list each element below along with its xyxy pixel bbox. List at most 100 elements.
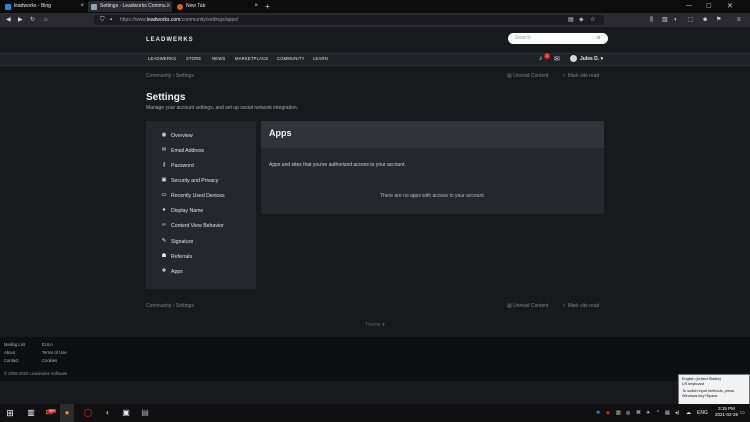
mail-app-icon[interactable]: ✉ xyxy=(42,404,56,422)
bell-icon[interactable]: ♪ xyxy=(539,55,543,62)
envelope-icon: ✉ xyxy=(161,147,167,153)
menu-item-password[interactable]: Password xyxy=(171,163,194,169)
tab-new[interactable]: New Tab × xyxy=(174,1,260,12)
breadcrumb-community[interactable]: Community xyxy=(146,73,171,79)
opera-icon[interactable]: ◯ xyxy=(81,404,95,422)
user-menu[interactable]: Jules D. ▾ xyxy=(580,56,603,62)
terminal-icon[interactable]: ▤ xyxy=(138,404,152,422)
menu-item-overview[interactable]: Overview xyxy=(171,133,193,139)
breadcrumb: Community › Settings xyxy=(146,73,194,79)
page-title: Settings xyxy=(146,92,186,103)
nav-store[interactable]: STORE xyxy=(186,56,201,61)
copyright: © 2006-2020 Leadworks Software xyxy=(4,371,68,376)
close-tab-icon[interactable]: × xyxy=(166,1,170,12)
onedrive-icon[interactable]: ☁ xyxy=(686,404,691,422)
bookmark-star-icon[interactable]: ☆ xyxy=(590,13,595,27)
menu-icon[interactable]: ≡ xyxy=(737,13,741,27)
site-header xyxy=(0,27,750,52)
maximize-icon[interactable]: ▢ xyxy=(706,0,712,13)
home-icon[interactable]: ⌂ xyxy=(44,13,48,27)
tab-bing[interactable]: leadworks - Bing × xyxy=(2,1,86,12)
screenshot-icon[interactable]: ⬚ xyxy=(688,13,694,27)
close-window-icon[interactable]: ✕ xyxy=(727,0,733,13)
avatar[interactable] xyxy=(570,55,577,62)
lock-icon[interactable]: ▪ xyxy=(110,13,112,27)
page-subtitle: Manage your account settings, and set up… xyxy=(146,105,299,111)
menu-item-security-and-privacy[interactable]: Security and Privacy xyxy=(171,178,218,184)
notifications-icon[interactable]: ▭ xyxy=(740,404,745,422)
nav-community[interactable]: COMMUNITY xyxy=(277,56,305,61)
minimize-icon[interactable]: — xyxy=(686,0,692,13)
tray-icon-1[interactable]: ▥ xyxy=(616,404,621,422)
volume-icon[interactable]: ◂) xyxy=(675,404,679,422)
menu-item-recently-used-devices[interactable]: Recently Used Devices xyxy=(171,193,225,199)
footer-cookies[interactable]: Cookies xyxy=(42,358,57,363)
tab-settings[interactable]: Settings - Leadworks Commu... × xyxy=(88,1,172,12)
site-logo[interactable]: LEADWERKS xyxy=(146,37,194,43)
edge-icon[interactable]: ◐ xyxy=(101,404,115,422)
firefox-icon[interactable]: ● xyxy=(60,404,74,422)
windows-start-icon[interactable]: ⊞ xyxy=(3,404,17,422)
addon-icon[interactable]: ⚑ xyxy=(716,13,721,27)
users-icon: ☗ xyxy=(161,253,167,259)
footer-eula[interactable]: EULA xyxy=(42,342,53,347)
theme-selector[interactable]: Theme ▾ xyxy=(0,322,750,328)
nav-marketplace[interactable]: MARKETPLACE xyxy=(235,56,268,61)
close-tab-icon[interactable]: × xyxy=(80,1,84,12)
tray-icon-2[interactable]: ◎ xyxy=(626,404,630,422)
forward-icon[interactable]: ▶ xyxy=(18,13,23,27)
site-footer xyxy=(0,337,750,381)
key-icon: ⚷ xyxy=(161,162,167,168)
url-text[interactable]: https://www.leadworks.com/community/sett… xyxy=(120,15,238,25)
extension-icon[interactable]: ◐ xyxy=(674,13,678,27)
apps-description: Apps and sites that you've authorized ac… xyxy=(269,162,406,168)
reload-icon[interactable]: ↻ xyxy=(30,13,35,27)
mark-read-link-bottom[interactable]: ✓ Mark site read xyxy=(562,303,599,309)
menu-item-email-address[interactable]: Email Address xyxy=(171,148,204,154)
tab-label: Settings - Leadworks Commu... xyxy=(100,3,170,9)
bluetooth-icon[interactable]: ✱ xyxy=(596,404,600,422)
menu-item-referrals[interactable]: Referrals xyxy=(171,254,192,260)
laptop-icon: ▭ xyxy=(161,192,167,198)
menu-item-apps[interactable]: Apps xyxy=(171,269,183,275)
user-icon: ● xyxy=(162,207,166,213)
main-nav xyxy=(0,53,750,66)
footer-terms[interactable]: Terms of Use xyxy=(42,350,67,355)
breadcrumb-community[interactable]: Community xyxy=(146,303,171,309)
menu-item-content-view-behavior[interactable]: Content View Behavior xyxy=(171,223,224,229)
chevron-up-icon[interactable]: ⌃ xyxy=(656,404,660,422)
tray-icon-4[interactable]: ✈ xyxy=(646,404,650,422)
menu-item-display-name[interactable]: Display Name xyxy=(171,208,203,214)
link-icon: ∞ xyxy=(162,222,166,228)
task-view-icon[interactable]: ▥ xyxy=(24,404,38,422)
mark-read-link[interactable]: ✓ Mark site read xyxy=(562,73,599,79)
language-indicator[interactable]: ENG xyxy=(697,404,708,422)
sidebar-icon[interactable]: ▥ xyxy=(662,13,668,27)
nav-leadwerks[interactable]: LEADWERKS xyxy=(148,56,176,61)
account-icon[interactable]: ☻ xyxy=(702,13,708,27)
network-icon[interactable]: ▤ xyxy=(665,404,670,422)
messages-icon[interactable]: ✉ xyxy=(554,55,560,63)
store-icon[interactable]: ▣ xyxy=(119,404,133,422)
bing-favicon-icon xyxy=(5,4,11,10)
search-icon[interactable]: ⌕ xyxy=(597,33,600,44)
unread-content-link[interactable]: ▤ Unread Content xyxy=(507,73,548,79)
pocket-icon[interactable]: ◈ xyxy=(579,13,584,27)
clock[interactable]: 3:15 PM 2021-02-25 xyxy=(715,406,738,418)
back-icon[interactable]: ◀ xyxy=(6,13,11,27)
antivirus-icon[interactable]: ◆ xyxy=(606,404,610,422)
nav-news[interactable]: NEWS xyxy=(212,56,225,61)
footer-mailing-list[interactable]: Mailing List xyxy=(4,342,25,347)
unread-content-link-bottom[interactable]: ▤ Unread Content xyxy=(507,303,548,309)
shield-icon[interactable]: ⛉ xyxy=(100,13,105,27)
footer-about[interactable]: About xyxy=(4,350,15,355)
menu-item-signature[interactable]: Signature xyxy=(171,239,193,245)
search-placeholder: Search xyxy=(515,35,531,41)
reader-icon[interactable]: ▤ xyxy=(568,13,574,27)
new-tab-icon[interactable]: + xyxy=(265,0,270,13)
library-icon[interactable]: ⫼ xyxy=(650,13,653,27)
footer-contact[interactable]: Contact xyxy=(4,358,18,363)
close-tab-icon[interactable]: × xyxy=(254,1,258,12)
nav-learn[interactable]: LEARN xyxy=(313,56,328,61)
tray-icon-3[interactable]: ⌘ xyxy=(636,404,641,422)
